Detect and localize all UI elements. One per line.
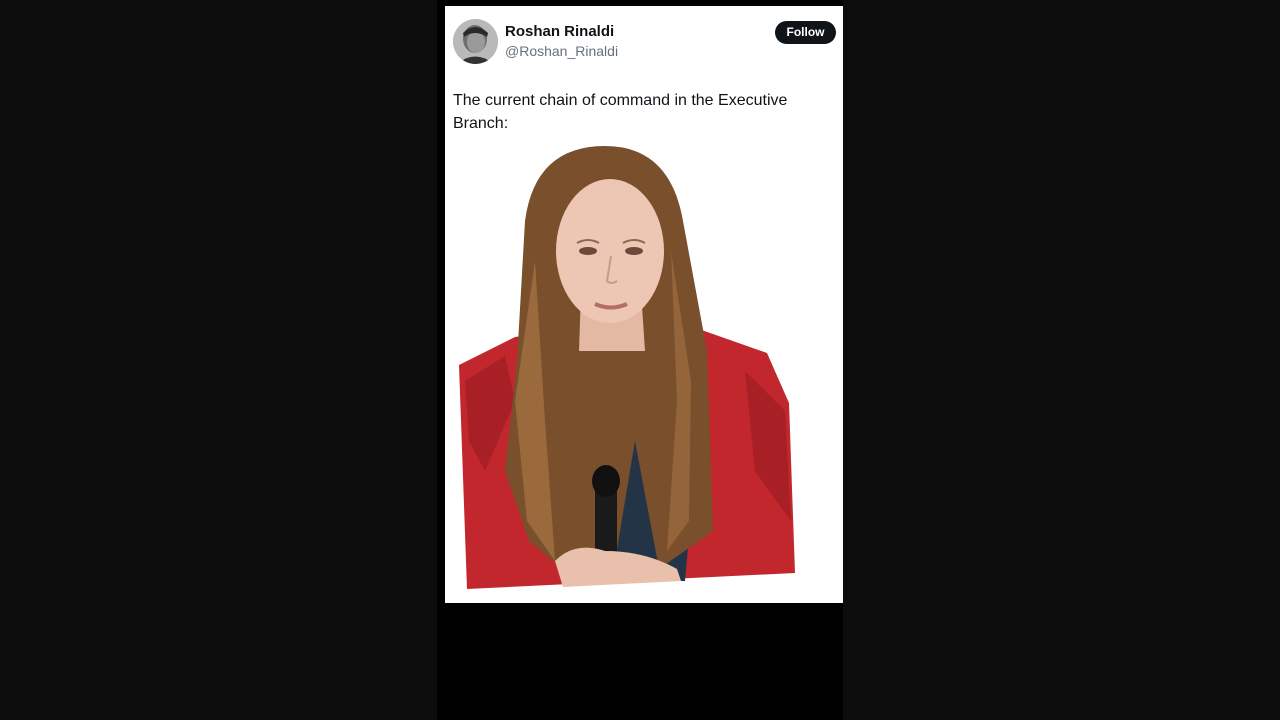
avatar[interactable] (453, 19, 498, 64)
avatar-icon (453, 19, 498, 64)
follow-button[interactable]: Follow (775, 21, 836, 44)
tweet-media-image[interactable] (445, 141, 843, 589)
author-handle[interactable]: @Roshan_Rinaldi (505, 43, 618, 59)
video-stage: Roshan Rinaldi @Roshan_Rinaldi Follow Th… (0, 0, 1280, 720)
tweet-text: The current chain of command in the Exec… (453, 92, 788, 132)
tweet-card: Roshan Rinaldi @Roshan_Rinaldi Follow Th… (445, 6, 843, 603)
author-name[interactable]: Roshan Rinaldi (505, 23, 614, 40)
